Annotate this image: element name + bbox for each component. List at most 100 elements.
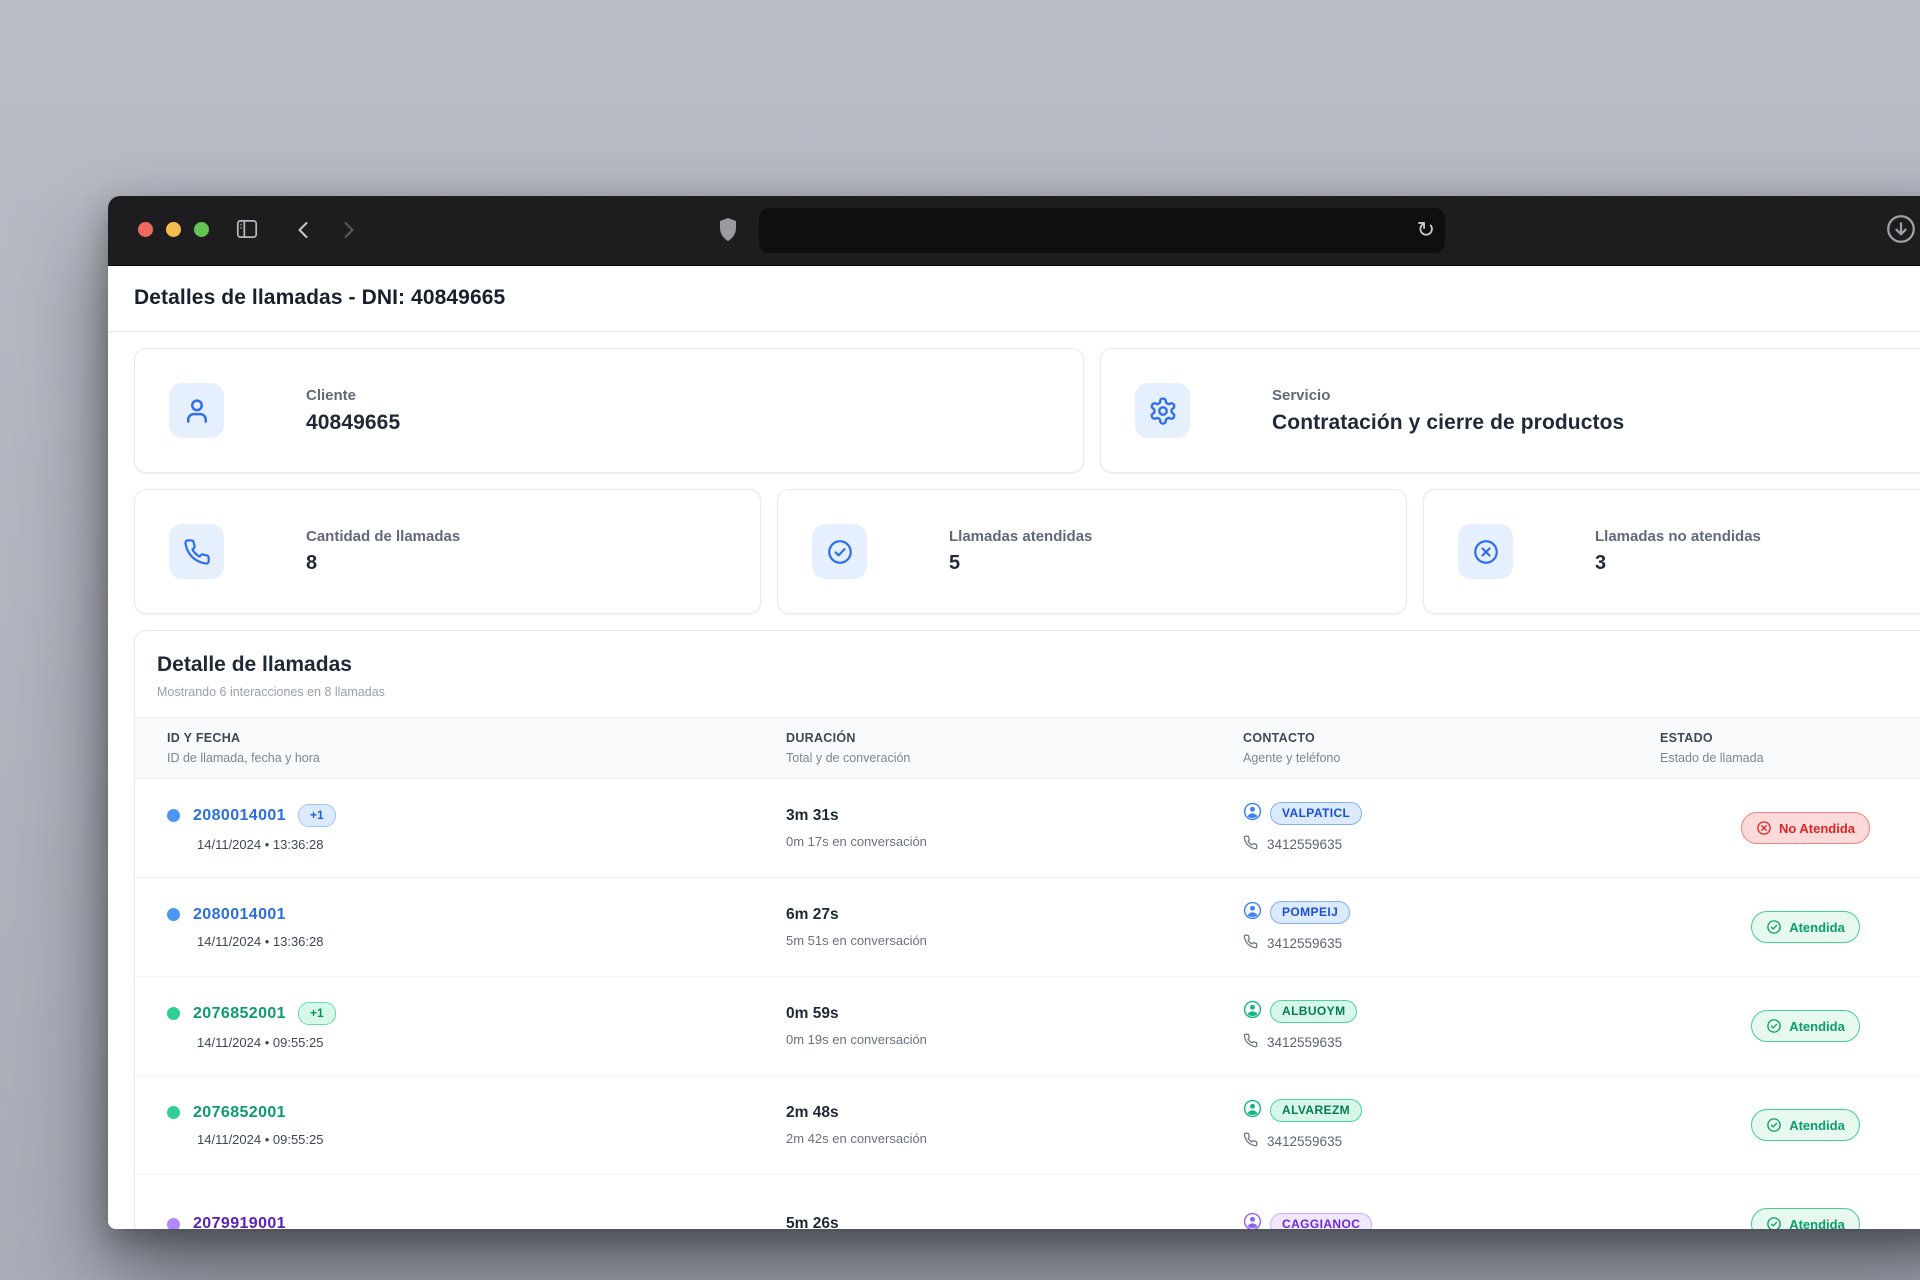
- phone-number: 3412559635: [1267, 1035, 1343, 1050]
- agent-badge[interactable]: ALBUOYM: [1270, 1000, 1358, 1023]
- client-label: Cliente: [306, 386, 357, 404]
- service-label: Servicio: [1272, 386, 1331, 404]
- call-id-link[interactable]: 2076852001: [193, 1005, 286, 1023]
- duration-total: 0m 59s: [786, 1005, 839, 1022]
- back-icon[interactable]: [292, 218, 316, 247]
- calls-table-card: Detalle de llamadas Mostrando 6 interacc…: [134, 630, 1920, 1229]
- total-calls-value: 8: [306, 552, 318, 574]
- call-datetime: 14/11/2024 • 09:55:25: [197, 1035, 324, 1050]
- column-header-estado: ESTADO Estado de llamada: [1660, 731, 1764, 765]
- call-id-link[interactable]: 2080014001: [193, 906, 286, 924]
- answered-calls-label: Llamadas atendidas: [949, 528, 1093, 545]
- phone-number: 3412559635: [1267, 936, 1343, 951]
- duration-total: 2m 48s: [786, 1104, 839, 1121]
- status-badge: Atendida: [1751, 1109, 1860, 1141]
- client-card: Cliente 40849665: [134, 348, 1084, 473]
- answered-calls-value: 5: [949, 552, 961, 574]
- duration-conversation: 5m 51s en conversación: [786, 933, 927, 948]
- stat-cards-row: Cantidad de llamadas 8 Llamadas atendida…: [134, 489, 1920, 614]
- duration-conversation: 0m 17s en conversación: [786, 834, 927, 849]
- extra-calls-badge: +1: [297, 804, 336, 827]
- duration-conversation: 0m 19s en conversación: [786, 1032, 927, 1047]
- column-header-duracion: DURACIÓN Total y de converación: [786, 731, 911, 765]
- browser-titlebar: ↻: [108, 196, 1920, 266]
- phone-icon: [1243, 835, 1258, 855]
- reload-icon[interactable]: ↻: [1417, 215, 1435, 245]
- call-group-dot: [167, 1217, 180, 1229]
- agent-badge[interactable]: ALVAREZM: [1270, 1099, 1363, 1122]
- minimize-window-button[interactable]: [166, 222, 181, 237]
- call-datetime: 14/11/2024 • 09:55:25: [197, 1131, 324, 1147]
- info-cards-row: Cliente 40849665 Servicio Contratación y…: [134, 348, 1920, 473]
- call-id-link[interactable]: 2079919001: [193, 1215, 286, 1229]
- check-circle-icon: [812, 524, 867, 579]
- phone-number: 3412559635: [1267, 837, 1343, 852]
- table-row[interactable]: 2076852001 +1 14/11/2024 • 09:55:25 0m 5…: [135, 977, 1920, 1076]
- zoom-window-button[interactable]: [194, 222, 209, 237]
- missed-calls-value: 3: [1595, 552, 1607, 574]
- status-badge: Atendida: [1751, 1010, 1860, 1042]
- table-row[interactable]: 2080014001 +1 14/11/2024 • 13:36:28 3m 3…: [135, 779, 1920, 878]
- phone-icon: [1243, 1033, 1258, 1053]
- table-row[interactable]: 2076852001 14/11/2024 • 09:55:25 2m 48s …: [135, 1076, 1920, 1175]
- phone-icon: [1243, 1132, 1258, 1152]
- total-calls-label: Cantidad de llamadas: [306, 528, 461, 545]
- table-row[interactable]: 2079919001 5m 26s CAGGIANOC Atendida: [135, 1175, 1920, 1229]
- address-bar[interactable]: ↻: [759, 208, 1445, 253]
- browser-window: ↻ Detalles de llamadas - DNI: 40849665 C…: [108, 196, 1920, 1229]
- service-value: Contratación y cierre de productos: [1272, 410, 1625, 434]
- answered-calls-card: Llamadas atendidas 5: [777, 489, 1407, 614]
- main-area: Cliente 40849665 Servicio Contratación y…: [108, 332, 1920, 1229]
- gear-icon: [1135, 383, 1190, 438]
- forward-icon[interactable]: [336, 218, 360, 247]
- agent-avatar-icon: [1243, 802, 1262, 826]
- user-icon: [169, 383, 224, 438]
- duration-conversation: 2m 42s en conversación: [786, 1131, 927, 1146]
- call-group-dot: [167, 908, 180, 921]
- table-subtitle: Mostrando 6 interacciones en 8 llamadas: [157, 685, 385, 699]
- call-group-dot: [167, 809, 180, 822]
- close-window-button[interactable]: [138, 222, 153, 237]
- call-id-link[interactable]: 2080014001: [193, 807, 286, 825]
- table-header-row: ID Y FECHA ID de llamada, fecha y hora D…: [135, 717, 1920, 779]
- call-group-dot: [167, 1106, 180, 1119]
- download-icon[interactable]: [1884, 212, 1918, 251]
- duration-total: 5m 26s: [786, 1215, 839, 1229]
- status-badge: No Atendida: [1740, 812, 1871, 844]
- page-title: Detalles de llamadas - DNI: 40849665: [134, 286, 506, 309]
- total-calls-card: Cantidad de llamadas 8: [134, 489, 761, 614]
- status-badge: Atendida: [1751, 911, 1860, 943]
- privacy-shield-icon[interactable]: [716, 215, 740, 250]
- phone-icon: [169, 524, 224, 579]
- agent-avatar-icon: [1243, 901, 1262, 925]
- missed-calls-label: Llamadas no atendidas: [1595, 528, 1761, 545]
- traffic-lights: [138, 222, 209, 237]
- agent-badge[interactable]: CAGGIANOC: [1270, 1212, 1373, 1229]
- sidebar-toggle-icon[interactable]: [234, 216, 260, 247]
- agent-avatar-icon: [1243, 1000, 1262, 1024]
- column-header-id-fecha: ID Y FECHA ID de llamada, fecha y hora: [167, 731, 320, 765]
- agent-avatar-icon: [1243, 1099, 1262, 1123]
- page-header: Detalles de llamadas - DNI: 40849665: [108, 266, 1920, 332]
- column-header-contacto: CONTACTO Agente y teléfono: [1243, 731, 1341, 765]
- phone-number: 3412559635: [1267, 1134, 1343, 1149]
- call-id-link[interactable]: 2076852001: [193, 1104, 286, 1122]
- table-row[interactable]: 2080014001 14/11/2024 • 13:36:28 6m 27s …: [135, 878, 1920, 977]
- table-title: Detalle de llamadas: [157, 653, 352, 676]
- call-datetime: 14/11/2024 • 13:36:28: [197, 837, 324, 852]
- duration-total: 6m 27s: [786, 906, 839, 923]
- agent-badge[interactable]: VALPATICL: [1270, 802, 1363, 825]
- call-datetime: 14/11/2024 • 13:36:28: [197, 933, 324, 949]
- duration-total: 3m 31s: [786, 807, 839, 824]
- call-group-dot: [167, 1007, 180, 1020]
- page-content: Detalles de llamadas - DNI: 40849665 Cli…: [108, 266, 1920, 1229]
- service-card: Servicio Contratación y cierre de produc…: [1100, 348, 1920, 473]
- client-value: 40849665: [306, 410, 401, 434]
- agent-badge[interactable]: POMPEIJ: [1270, 901, 1351, 924]
- phone-icon: [1243, 934, 1258, 954]
- agent-avatar-icon: [1243, 1212, 1262, 1229]
- status-badge: Atendida: [1751, 1208, 1860, 1229]
- extra-calls-badge: +1: [297, 1002, 336, 1025]
- x-circle-icon: [1458, 524, 1513, 579]
- missed-calls-card: Llamadas no atendidas 3: [1423, 489, 1920, 614]
